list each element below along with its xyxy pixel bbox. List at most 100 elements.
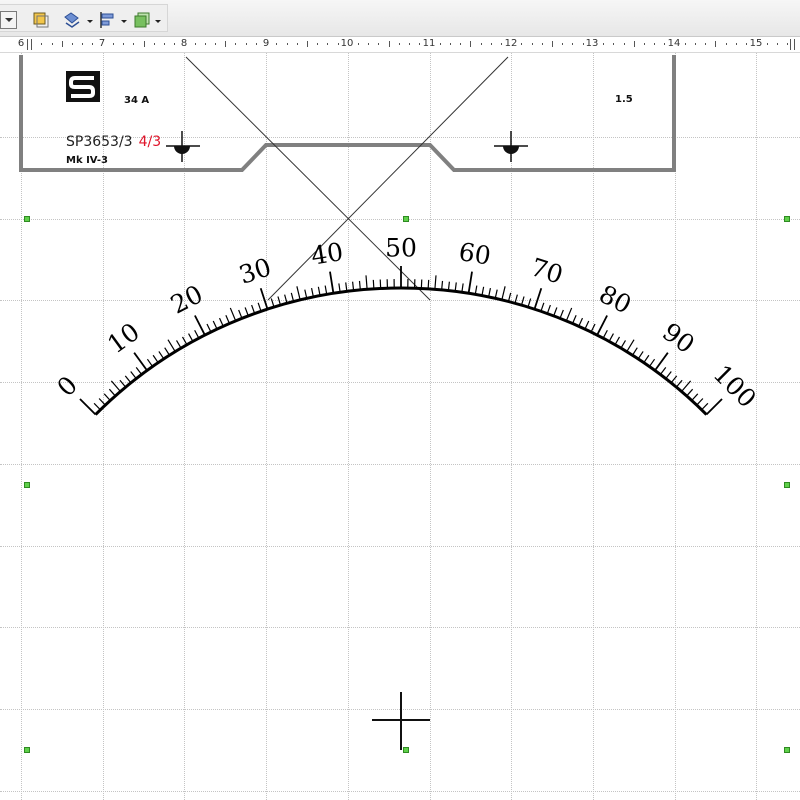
- scale-minor-tick: [124, 375, 132, 384]
- accuracy-class: 1.5: [615, 94, 633, 105]
- scale-label: 70: [527, 252, 566, 289]
- ruler-tick: [41, 43, 43, 45]
- toolbar: [0, 0, 800, 37]
- line-style-icon[interactable]: [62, 11, 84, 29]
- scale-minor-tick: [434, 275, 437, 290]
- ruler-tick: [746, 43, 748, 45]
- selection-handle[interactable]: [784, 216, 790, 222]
- scale-minor-tick: [631, 347, 638, 356]
- ruler-margin-marker[interactable]: [790, 39, 795, 50]
- ruler-tick: [194, 43, 196, 45]
- scale-minor-tick: [691, 393, 699, 401]
- ruler-tick: [398, 43, 400, 45]
- ruler-tick: [337, 43, 339, 45]
- ruler-label: 8: [180, 38, 188, 49]
- scale-label: 50: [385, 234, 417, 263]
- ruler-tick: [500, 43, 502, 45]
- ruler-tick: [378, 43, 380, 45]
- scale-minor-tick: [553, 307, 558, 317]
- scale-minor-tick: [590, 323, 596, 333]
- ruler-tick: [296, 43, 298, 45]
- ruler-tick: [643, 43, 645, 45]
- selection-handle[interactable]: [784, 482, 790, 488]
- scale-minor-tick: [175, 340, 182, 349]
- scale-minor-tick: [130, 371, 137, 380]
- scale-minor-tick: [358, 280, 361, 290]
- toolbar-group: [0, 4, 168, 32]
- ruler-tick: [562, 43, 564, 45]
- ruler-label: 15: [749, 38, 763, 49]
- meter-scale[interactable]: 0102030 40 50 60 708090100: [51, 234, 762, 416]
- scale-minor-tick: [103, 393, 111, 401]
- ruler-tick: [776, 43, 778, 45]
- ruler-tick: [61, 41, 63, 47]
- guide-line[interactable]: [185, 56, 431, 301]
- selection-handle[interactable]: [24, 216, 30, 222]
- ruler-tick: [705, 43, 707, 45]
- ruler-tick: [409, 43, 411, 45]
- scale-minor-tick: [520, 296, 525, 306]
- ruler-tick: [460, 43, 462, 45]
- fill-color-icon[interactable]: [30, 11, 50, 29]
- meter-drawing: 34 A 1.5 SP3653/3 4/3 Mk IV-3 0 10 20 30 40 50…: [19, 55, 762, 750]
- ruler-tick: [715, 41, 717, 47]
- ruler-tick: [449, 43, 451, 45]
- ruler-tick: [174, 43, 176, 45]
- scale-minor-tick: [540, 302, 545, 312]
- scale-minor-tick: [98, 398, 106, 406]
- ruler-tick: [613, 43, 615, 45]
- ruler-label: 10: [340, 38, 354, 49]
- pivot-crosshair-icon[interactable]: [372, 692, 430, 750]
- chevron-down-icon[interactable]: [87, 20, 93, 23]
- meter-panel-outline[interactable]: [19, 55, 676, 172]
- ruler-label: 9: [262, 38, 270, 49]
- scale-label: 10: [102, 317, 145, 359]
- selection-handle[interactable]: [784, 747, 790, 753]
- scale-minor-tick: [696, 398, 704, 406]
- scale-minor-tick: [681, 380, 692, 392]
- current-rating: 34 A: [124, 95, 149, 106]
- mounting-hole-icon[interactable]: [166, 131, 200, 162]
- ruler-tick: [123, 43, 125, 45]
- scale-minor-tick: [659, 366, 667, 375]
- chevron-down-icon[interactable]: [121, 20, 127, 23]
- scale-minor-tick: [637, 351, 644, 360]
- ruler-tick: [133, 43, 135, 45]
- selection-handle[interactable]: [24, 482, 30, 488]
- ruler-label: 6: [17, 38, 25, 49]
- scale-minor-tick: [602, 329, 608, 339]
- scale-minor-tick: [559, 309, 564, 319]
- scale-major-tick: [705, 398, 723, 416]
- selection-handle[interactable]: [403, 216, 409, 222]
- drawing-canvas[interactable]: 34 A 1.5 SP3653/3 4/3 Mk IV-3 0 10 20 30 40 50…: [0, 53, 800, 800]
- scale-minor-tick: [546, 304, 551, 314]
- dropdown-icon[interactable]: [0, 11, 17, 29]
- ruler-tick: [735, 43, 737, 45]
- scale-minor-tick: [244, 307, 249, 317]
- selection-handle[interactable]: [24, 747, 30, 753]
- scale-label: 0: [51, 370, 83, 402]
- mounting-hole-icon[interactable]: [494, 131, 528, 162]
- scale-minor-tick: [675, 379, 683, 388]
- arrange-icon[interactable]: [132, 11, 152, 29]
- ruler-tick: [255, 43, 257, 45]
- scale-minor-tick: [614, 336, 621, 346]
- part-number-main: SP3653/3: [66, 134, 133, 150]
- ruler-tick: [225, 41, 227, 47]
- scale-label: 80: [595, 279, 637, 319]
- scale-minor-tick: [218, 317, 224, 327]
- scale-minor-tick: [670, 375, 678, 384]
- scale-minor-tick: [135, 366, 143, 375]
- ruler-tick: [695, 43, 697, 45]
- scale-minor-tick: [277, 296, 282, 306]
- ruler-tick: [572, 43, 574, 45]
- selection-handle[interactable]: [403, 747, 409, 753]
- ruler-tick: [368, 43, 370, 45]
- chevron-down-icon[interactable]: [155, 20, 161, 23]
- ruler-tick: [603, 43, 605, 45]
- scale-minor-tick: [108, 388, 116, 397]
- align-icon[interactable]: [98, 11, 118, 29]
- horizontal-ruler[interactable]: 6 7 8 9 10 11 12 13 14 15: [0, 37, 800, 53]
- scale-minor-tick: [296, 286, 301, 301]
- scale-minor-tick: [608, 333, 614, 342]
